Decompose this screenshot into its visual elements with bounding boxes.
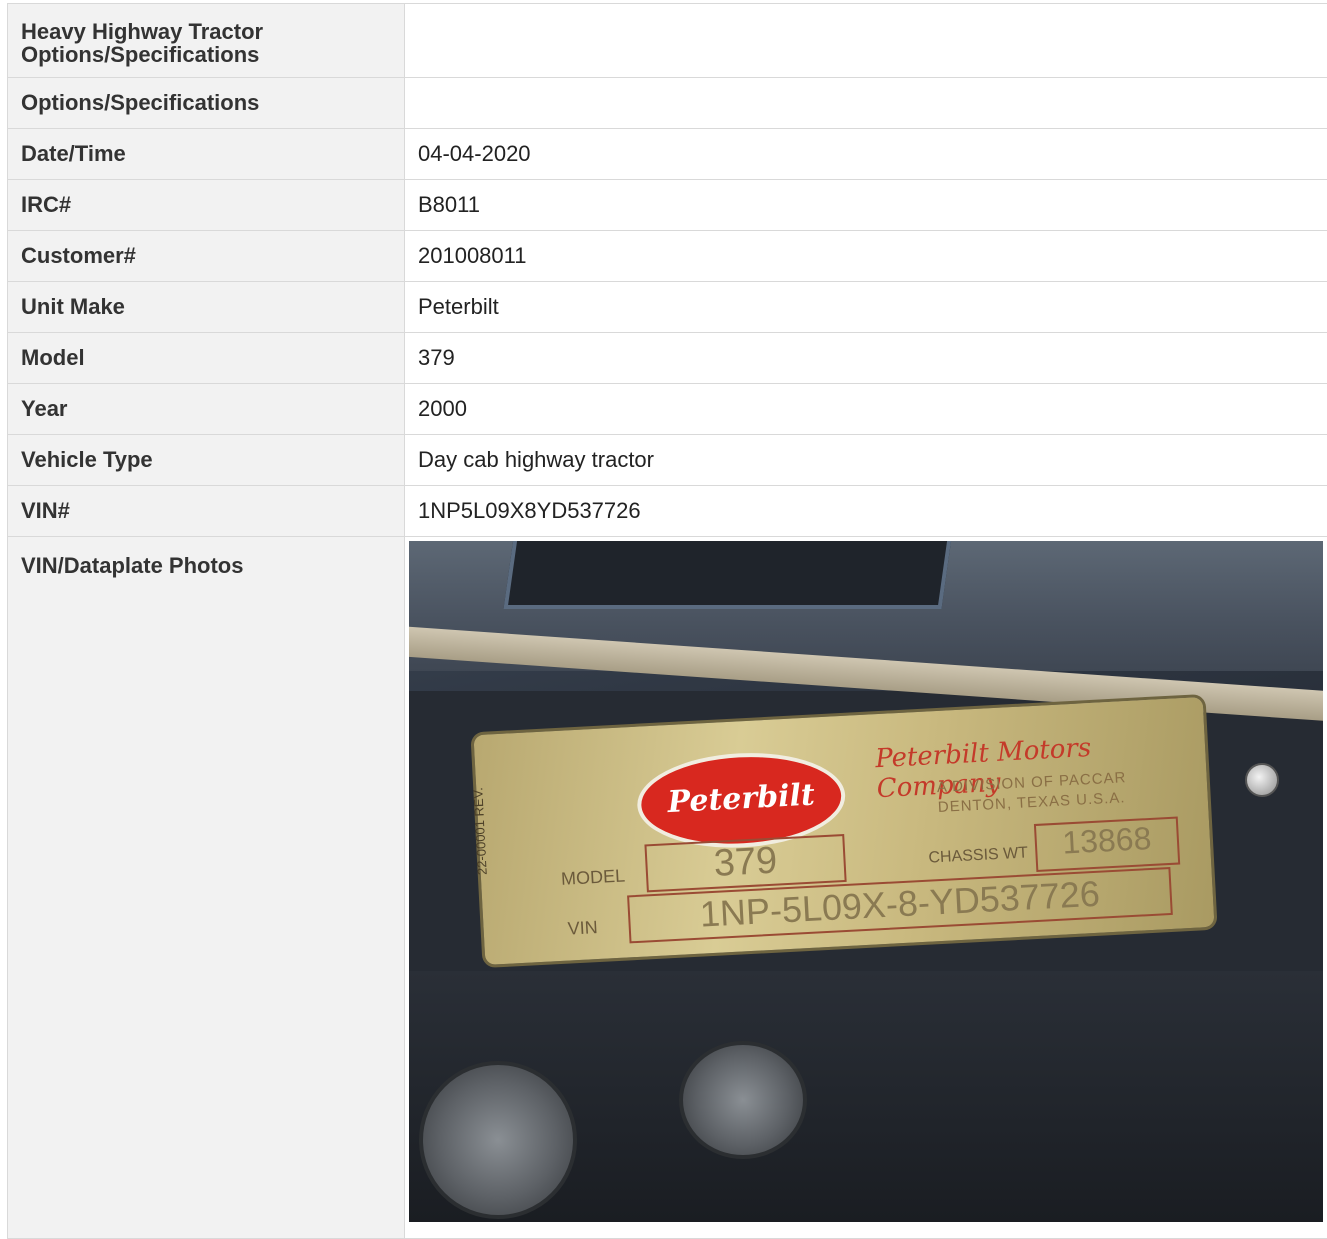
plate-chassis-label: CHASSIS WT [928,844,1028,867]
row-value: 04-04-2020 [405,129,1327,180]
row-label: VIN# [8,486,405,537]
table-row: Model 379 [8,333,1327,384]
row-value: Day cab highway tractor [405,435,1327,486]
row-label: Model [8,333,405,384]
row-label: Customer# [8,231,405,282]
dashboard-recess [504,541,953,609]
row-value: 2000 [405,384,1327,435]
row-value [405,4,1327,78]
table-row: VIN# 1NP5L09X8YD537726 [8,486,1327,537]
plate-vin-label: VIN [567,917,598,940]
logo-text: Peterbilt [640,776,842,821]
row-label: Options/Specifications [8,78,405,129]
plate-rev: 22-00001 REV. [470,787,490,875]
plate-model-label: MODEL [561,866,626,890]
connector-icon [679,1041,807,1159]
row-label: Vehicle Type [8,435,405,486]
table-row: Date/Time 04-04-2020 [8,129,1327,180]
row-value: 1NP5L09X8YD537726 [405,486,1327,537]
row-value: Peterbilt [405,282,1327,333]
row-value: B8011 [405,180,1327,231]
table-row: Heavy Highway Tractor Options/Specificat… [8,4,1327,78]
plate-model-value: 379 [644,834,846,892]
connector-icon [419,1061,577,1219]
row-label: Unit Make [8,282,405,333]
vin-dataplate-photo[interactable]: Peterbilt Peterbilt Motors Company A DIV… [409,541,1323,1222]
spec-table: Heavy Highway Tractor Options/Specificat… [7,3,1327,1239]
table-row: Unit Make Peterbilt [8,282,1327,333]
table-row: Vehicle Type Day cab highway tractor [8,435,1327,486]
row-label: Heavy Highway Tractor Options/Specificat… [8,4,405,78]
table-row-photo: VIN/Dataplate Photos Peterbilt Peterbilt… [8,537,1327,1239]
row-label: Year [8,384,405,435]
row-label: Date/Time [8,129,405,180]
table-row: IRC# B8011 [8,180,1327,231]
screw-icon [1245,763,1279,797]
vin-plate: Peterbilt Peterbilt Motors Company A DIV… [473,697,1214,965]
row-value: 379 [405,333,1327,384]
row-value: 201008011 [405,231,1327,282]
plate-chassis-value: 13868 [1034,817,1180,872]
row-label: IRC# [8,180,405,231]
table-row: Year 2000 [8,384,1327,435]
row-value-photo: Peterbilt Peterbilt Motors Company A DIV… [405,537,1327,1239]
table-row: Customer# 201008011 [8,231,1327,282]
row-value [405,78,1327,129]
row-label: VIN/Dataplate Photos [8,537,405,1239]
table-row: Options/Specifications [8,78,1327,129]
